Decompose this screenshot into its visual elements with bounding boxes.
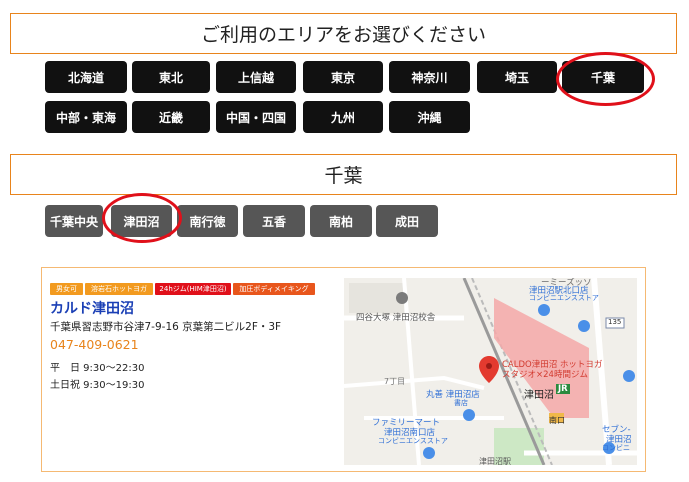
map-label-bottom: 津田沼駅 <box>479 457 511 465</box>
shop-address: 千葉県習志野市谷津7-9-16 京葉第二ビル2F・3F <box>50 321 282 333</box>
map-label-seven-r3: コンビニ <box>602 444 630 452</box>
area-button-kinki[interactable]: 近畿 <box>132 101 210 133</box>
tsudanuma-highlight-circle <box>102 193 182 243</box>
selected-area-heading-text: 千葉 <box>324 165 363 187</box>
chiba-highlight-circle <box>556 52 655 106</box>
area-button-tohoku[interactable]: 東北 <box>132 61 210 93</box>
tag-mixed-gender: 男女可 <box>50 283 83 295</box>
tag-24h-gym: 24hジム(HIM津田沼) <box>155 283 231 295</box>
city-button-minami-kashiwa[interactable]: 南柏 <box>310 205 372 237</box>
city-button-chiba-chuo[interactable]: 千葉中央 <box>45 205 103 237</box>
area-button-chubu-tokai[interactable]: 中部・東海 <box>45 101 127 133</box>
selected-area-heading: 千葉 <box>10 154 677 195</box>
tag-pressure-training: 加圧ボディメイキング <box>233 283 315 295</box>
city-button-minami-gyotoku[interactable]: 南行徳 <box>177 205 238 237</box>
area-button-saitama[interactable]: 埼玉 <box>477 61 557 93</box>
map-label-7chome: 7丁目 <box>384 377 406 386</box>
map-label-station: 津田沼 <box>524 390 554 401</box>
map-label-maruzen: 丸善 津田沼店 <box>426 390 480 400</box>
tag-hot-yoga: 溶岩石ホットヨガ <box>85 283 153 295</box>
area-button-joshinetsu[interactable]: 上信越 <box>216 61 296 93</box>
map-label-school: 四谷大塚 津田沼校舎 <box>356 313 436 323</box>
city-button-narita[interactable]: 成田 <box>376 205 438 237</box>
city-button-gokou[interactable]: 五香 <box>243 205 305 237</box>
area-select-heading-text: ご利用のエリアをお選びください <box>200 24 486 46</box>
area-select-heading: ご利用のエリアをお選びください <box>10 13 677 54</box>
jr-logo-icon: JR <box>556 384 570 394</box>
area-button-hokkaido[interactable]: 北海道 <box>45 61 127 93</box>
area-button-tokyo[interactable]: 東京 <box>303 61 383 93</box>
shop-name-link[interactable]: カルド津田沼 <box>50 298 134 318</box>
map-label-familymart-type: コンビニエンスストア <box>378 437 448 445</box>
map-label-pin-line2: スタジオ×24時間ジム <box>502 370 588 380</box>
map-label-minamiguchi: 南口 <box>549 416 565 425</box>
map-label-maruzen-sub: 書店 <box>454 399 468 407</box>
area-button-kanagawa[interactable]: 神奈川 <box>389 61 470 93</box>
area-button-okinawa[interactable]: 沖縄 <box>389 101 470 133</box>
shop-hours-weekend: 土日祝 9:30～19:30 <box>50 380 145 391</box>
shop-phone-link[interactable]: 047-409-0621 <box>50 337 139 352</box>
shop-map[interactable]: ーミーズッソ 津田沼駅北口店 コンビニエンスストア 四谷大塚 津田沼校舎 7丁目… <box>344 278 637 465</box>
shop-hours-weekday: 平 日 9:30～22:30 <box>50 363 145 374</box>
route-135-icon: 135 <box>608 318 622 326</box>
map-label-conv1: コンビニエンスストア <box>529 294 599 302</box>
area-button-kyushu[interactable]: 九州 <box>303 101 383 133</box>
area-button-chugoku-shikoku[interactable]: 中国・四国 <box>216 101 296 133</box>
